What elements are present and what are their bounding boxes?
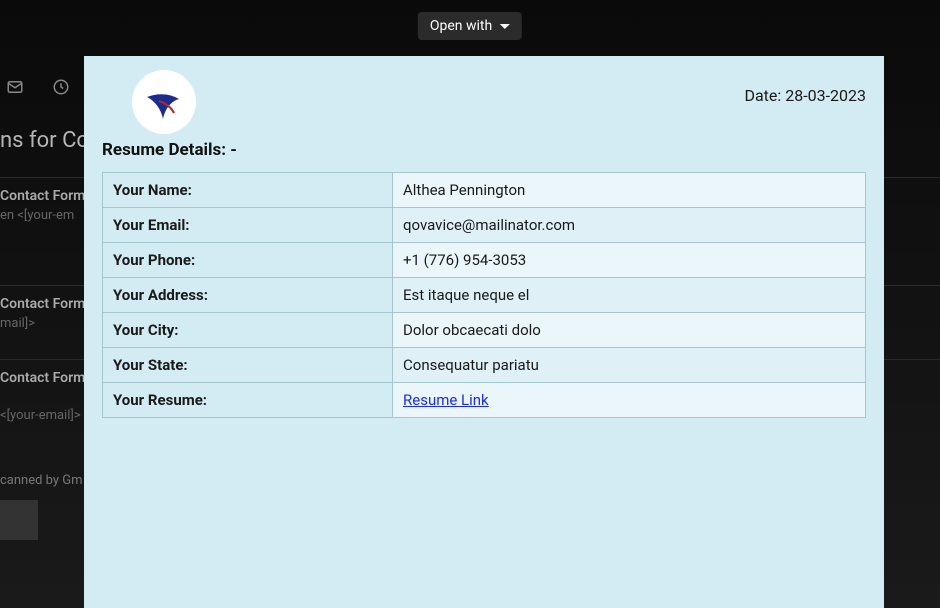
field-value: Est itaque neque el [393,278,866,313]
open-with-label: Open with [430,18,492,34]
field-label: Your City: [103,313,393,348]
document-preview-panel: Date: 28-03-2023 Resume Details: - Your … [84,56,884,608]
field-label: Your Address: [103,278,393,313]
field-label: Your Name: [103,173,393,208]
company-logo [132,70,196,134]
mail-icon [6,78,24,96]
field-value: Dolor obcaecati dolo [393,313,866,348]
resume-details-heading: Resume Details: - [102,140,866,160]
clock-icon [52,78,70,96]
field-label: Your Email: [103,208,393,243]
attachment-thumbnail[interactable] [0,500,38,540]
resume-link[interactable]: Resume Link [403,391,489,409]
open-with-button[interactable]: Open with [418,12,522,40]
table-row: Your Phone:+1 (776) 954-3053 [103,243,866,278]
field-value: Consequatur pariatu [393,348,866,383]
table-row: Your Email:qovavice@mailinator.com [103,208,866,243]
document-date: Date: 28-03-2023 [744,86,866,105]
field-value: Althea Pennington [393,173,866,208]
chevron-down-icon [500,24,510,29]
swallow-logo-icon [141,79,187,125]
table-row: Your State:Consequatur pariatu [103,348,866,383]
field-label: Your State: [103,348,393,383]
field-label: Your Phone: [103,243,393,278]
table-row: Your Address:Est itaque neque el [103,278,866,313]
field-label: Your Resume: [103,383,393,418]
field-value: qovavice@mailinator.com [393,208,866,243]
field-value: +1 (776) 954-3053 [393,243,866,278]
field-value: Resume Link [393,383,866,418]
table-row: Your Name:Althea Pennington [103,173,866,208]
resume-details-table: Your Name:Althea PenningtonYour Email:qo… [102,172,866,418]
table-row: Your City:Dolor obcaecati dolo [103,313,866,348]
table-row: Your Resume: Resume Link [103,383,866,418]
